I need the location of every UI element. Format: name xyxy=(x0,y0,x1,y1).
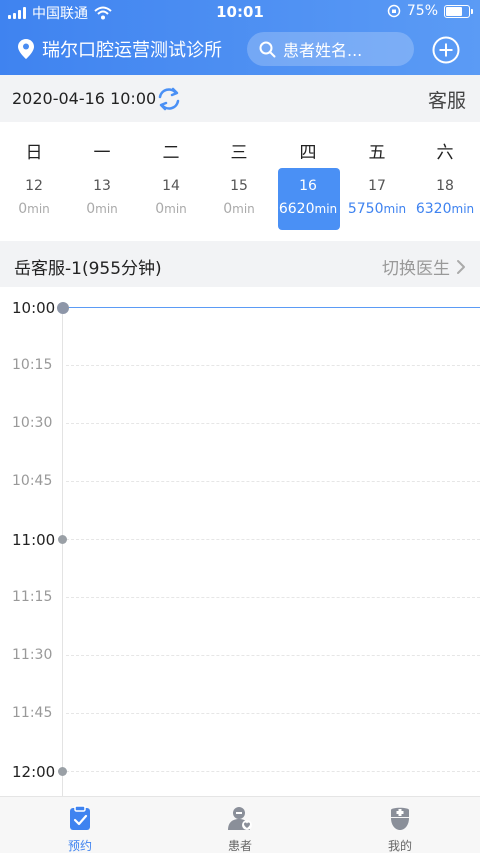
day-minutes: 0min xyxy=(155,201,187,217)
chevron-right-icon xyxy=(457,259,465,274)
nav-bar: 瑞尔口腔运营测试诊所 患者姓名... xyxy=(0,26,480,72)
orientation-lock-icon xyxy=(387,4,401,18)
time-label: 11:15 xyxy=(12,589,53,605)
switch-doctor-label: 切换医生 xyxy=(382,259,450,279)
current-time-dot xyxy=(57,302,69,314)
slot-divider xyxy=(66,423,480,424)
tab-bar: 预约 患者 我的 xyxy=(0,796,480,853)
time-slot[interactable]: 11:45 xyxy=(0,703,480,723)
week-selector: 日 12 0min 一 13 0min 二 14 0min 三 15 0min … xyxy=(0,122,480,240)
weekday-label: 五 xyxy=(368,143,386,163)
weekday-label: 日 xyxy=(25,143,43,163)
time-slot[interactable]: 10:00 xyxy=(0,297,480,317)
slot-divider xyxy=(66,365,480,366)
schedule-timeline[interactable]: 10:00 10:15 10:30 10:45 11:00 11:15 11:3… xyxy=(0,288,480,796)
time-label: 11:45 xyxy=(12,705,53,721)
search-placeholder: 患者姓名... xyxy=(283,41,363,60)
time-label: 10:45 xyxy=(12,473,53,489)
day-minutes: 0min xyxy=(86,201,118,217)
header: 中国联通 10:01 75% 瑞尔口腔运营测试诊所 患者姓名... xyxy=(0,0,480,75)
doctor-bar: 岳客服-1(955分钟) 切换医生 xyxy=(0,241,480,287)
search-input[interactable]: 患者姓名... xyxy=(247,32,414,66)
slot-divider xyxy=(66,481,480,482)
patient-icon xyxy=(228,807,252,830)
day-minutes: 5750min xyxy=(347,201,407,217)
time-label: 11:30 xyxy=(12,647,53,663)
day-minutes: 6620min xyxy=(278,201,338,217)
current-time-line xyxy=(66,307,480,308)
time-label: 10:15 xyxy=(12,357,53,373)
weekday-label: 四 xyxy=(299,143,317,163)
weekday-label: 一 xyxy=(93,143,111,163)
weekday-label: 三 xyxy=(230,143,248,163)
battery-percent: 75% xyxy=(406,3,438,19)
search-icon xyxy=(259,41,276,58)
day-minutes: 6320min xyxy=(415,201,475,217)
service-button[interactable]: 客服 xyxy=(428,86,466,113)
tab-label: 预约 xyxy=(67,839,92,853)
time-slot[interactable]: 11:15 xyxy=(0,587,480,607)
tab-label: 患者 xyxy=(227,839,252,853)
weekday-label: 二 xyxy=(162,143,180,163)
slot-divider xyxy=(66,539,480,540)
day-minutes: 0min xyxy=(18,201,50,217)
day-number: 12 xyxy=(25,178,43,194)
tab-profile[interactable]: 我的 xyxy=(320,797,480,853)
current-date[interactable]: 2020-04-16 10:00 xyxy=(12,89,156,108)
tab-label: 我的 xyxy=(387,839,412,853)
time-slot[interactable]: 11:30 xyxy=(0,645,480,665)
date-bar: 2020-04-16 10:00 客服 xyxy=(0,75,480,122)
day-number: 13 xyxy=(93,178,111,194)
add-icon[interactable] xyxy=(432,36,460,64)
day-number: 14 xyxy=(162,178,180,194)
location-pin-icon xyxy=(18,39,34,59)
day-number: 15 xyxy=(230,178,248,194)
slot-divider xyxy=(66,655,480,656)
tab-appointments[interactable]: 预约 xyxy=(0,797,160,853)
day-number: 16 xyxy=(299,178,317,194)
time-slot[interactable]: 12:00 xyxy=(0,761,480,781)
clinic-name: 瑞尔口腔运营测试诊所 xyxy=(42,40,222,61)
clinic-selector[interactable]: 瑞尔口腔运营测试诊所 xyxy=(18,36,222,62)
hour-dot xyxy=(58,535,67,544)
time-label: 10:00 xyxy=(12,299,56,317)
doctor-icon xyxy=(391,807,409,830)
hour-dot xyxy=(58,767,67,776)
refresh-icon[interactable] xyxy=(155,85,183,113)
status-bar: 中国联通 10:01 75% xyxy=(0,0,480,24)
time-slot[interactable]: 11:00 xyxy=(0,529,480,549)
time-slot[interactable]: 10:45 xyxy=(0,471,480,491)
day-minutes: 0min xyxy=(223,201,255,217)
time-label: 12:00 xyxy=(12,763,56,781)
slot-divider xyxy=(66,597,480,598)
doctor-name: 岳客服-1(955分钟) xyxy=(14,259,162,279)
clipboard-check-icon xyxy=(70,805,90,830)
battery-icon xyxy=(444,4,473,18)
day-number: 18 xyxy=(436,178,454,194)
time-slot[interactable]: 10:15 xyxy=(0,355,480,375)
day-number: 17 xyxy=(368,178,386,194)
time-slot[interactable]: 10:30 xyxy=(0,413,480,433)
switch-doctor-button[interactable]: 切换医生 xyxy=(382,254,466,279)
slot-divider xyxy=(66,771,480,772)
time-label: 10:30 xyxy=(12,415,53,431)
tab-patients[interactable]: 患者 xyxy=(160,797,320,853)
slot-divider xyxy=(66,713,480,714)
weekday-label: 六 xyxy=(436,143,454,163)
time-label: 11:00 xyxy=(12,531,56,549)
